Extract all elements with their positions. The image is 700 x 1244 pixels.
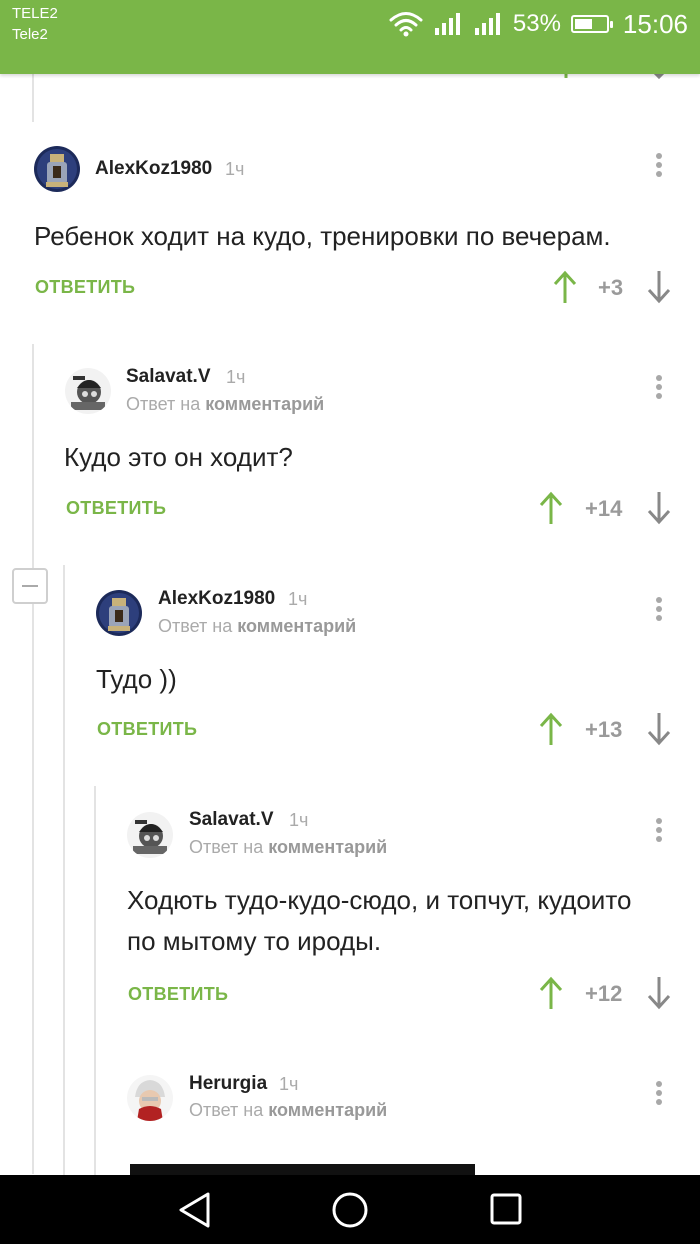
battery-percent: 53%	[512, 10, 561, 37]
avatar[interactable]	[127, 1075, 173, 1121]
comment-score: +14	[585, 496, 623, 521]
status-bar: TELE2 Tele2 53% 15:06	[0, 0, 700, 74]
comment-time: 1ч	[226, 367, 246, 387]
thread-line	[94, 786, 96, 1176]
reply-to-label: Ответ на комментарий	[189, 837, 387, 858]
reply-button[interactable]: ОТВЕТИТЬ	[66, 498, 166, 519]
arrow-up-icon[interactable]	[538, 976, 564, 1010]
arrow-up-icon[interactable]	[538, 491, 564, 525]
comment-time: 1ч	[279, 1074, 299, 1094]
comment-text: Кудо это он ходит?	[64, 442, 293, 472]
thread-line	[32, 344, 34, 1174]
comment-score: +12	[585, 981, 623, 1006]
more-vertical-icon[interactable]	[647, 1078, 671, 1112]
more-vertical-icon[interactable]	[647, 150, 671, 184]
comment-text: Ребенок ходит на кудо, тренировки по веч…	[34, 221, 611, 251]
arrow-down-icon[interactable]	[646, 712, 672, 746]
carrier-name: TELE2	[12, 5, 58, 22]
reply-button[interactable]: ОТВЕТИТЬ	[128, 984, 228, 1005]
arrow-down-icon[interactable]	[646, 976, 672, 1010]
comment-author[interactable]: Salavat.V	[189, 809, 274, 831]
more-vertical-icon[interactable]	[647, 594, 671, 628]
more-vertical-icon[interactable]	[647, 372, 671, 406]
avatar[interactable]	[127, 812, 173, 858]
wifi-icon	[389, 12, 423, 37]
comment-score: +3	[598, 275, 624, 300]
arrow-up-icon[interactable]	[538, 712, 564, 746]
comment-author[interactable]: Salavat.V	[126, 366, 211, 388]
comment-time: 1ч	[289, 810, 309, 830]
signal-icon	[434, 13, 460, 35]
arrow-down-icon[interactable]	[646, 270, 672, 304]
avatar[interactable]	[96, 590, 142, 636]
square-recents-icon[interactable]	[489, 1192, 523, 1226]
reply-button[interactable]: ОТВЕТИТЬ	[35, 277, 135, 298]
avatar[interactable]	[34, 146, 80, 192]
comment-time: 1ч	[288, 589, 308, 609]
reply-to-label: Ответ на комментарий	[158, 616, 356, 637]
thread-line	[32, 74, 34, 122]
comment-score: +13	[585, 717, 623, 742]
comment-text: Тудо ))	[96, 664, 177, 694]
comment-author[interactable]: AlexKoz1980	[158, 588, 275, 610]
arrow-down-icon[interactable]	[646, 491, 672, 525]
navigation-bar	[0, 1175, 700, 1244]
reply-to-prefix: Ответ на	[158, 616, 233, 636]
reply-to-label: Ответ на комментарий	[189, 1100, 387, 1121]
battery-icon	[570, 15, 613, 33]
triangle-back-icon[interactable]	[176, 1191, 212, 1229]
signal-icon-secondary	[474, 13, 500, 35]
carrier-name-secondary: Tele2	[12, 26, 48, 43]
comment-text-line: по мытому то ироды.	[127, 926, 382, 956]
reply-to-link[interactable]: комментарий	[205, 394, 324, 414]
reply-to-prefix: Ответ на	[126, 394, 201, 414]
thread-line	[63, 565, 65, 1175]
reply-to-link[interactable]: комментарий	[268, 1100, 387, 1120]
reply-to-prefix: Ответ на	[189, 837, 264, 857]
reply-to-prefix: Ответ на	[189, 1100, 264, 1120]
reply-to-link[interactable]: комментарий	[268, 837, 387, 857]
circle-home-icon[interactable]	[331, 1191, 369, 1229]
comment-author[interactable]: AlexKoz1980	[95, 158, 212, 180]
reply-to-label: Ответ на комментарий	[126, 394, 324, 415]
clock: 15:06	[622, 8, 688, 39]
comment-author[interactable]: Herurgia	[189, 1073, 267, 1095]
arrow-up-icon[interactable]	[552, 270, 578, 304]
more-vertical-icon[interactable]	[647, 815, 671, 849]
reply-button[interactable]: ОТВЕТИТЬ	[97, 719, 197, 740]
comment-time: 1ч	[225, 159, 245, 179]
reply-to-link[interactable]: комментарий	[237, 616, 356, 636]
collapse-thread-button[interactable]	[12, 568, 48, 604]
comment-text-line: Ходють тудо-кудо-сюдо, и топчут, кудоито	[127, 885, 632, 915]
avatar[interactable]	[65, 368, 111, 414]
